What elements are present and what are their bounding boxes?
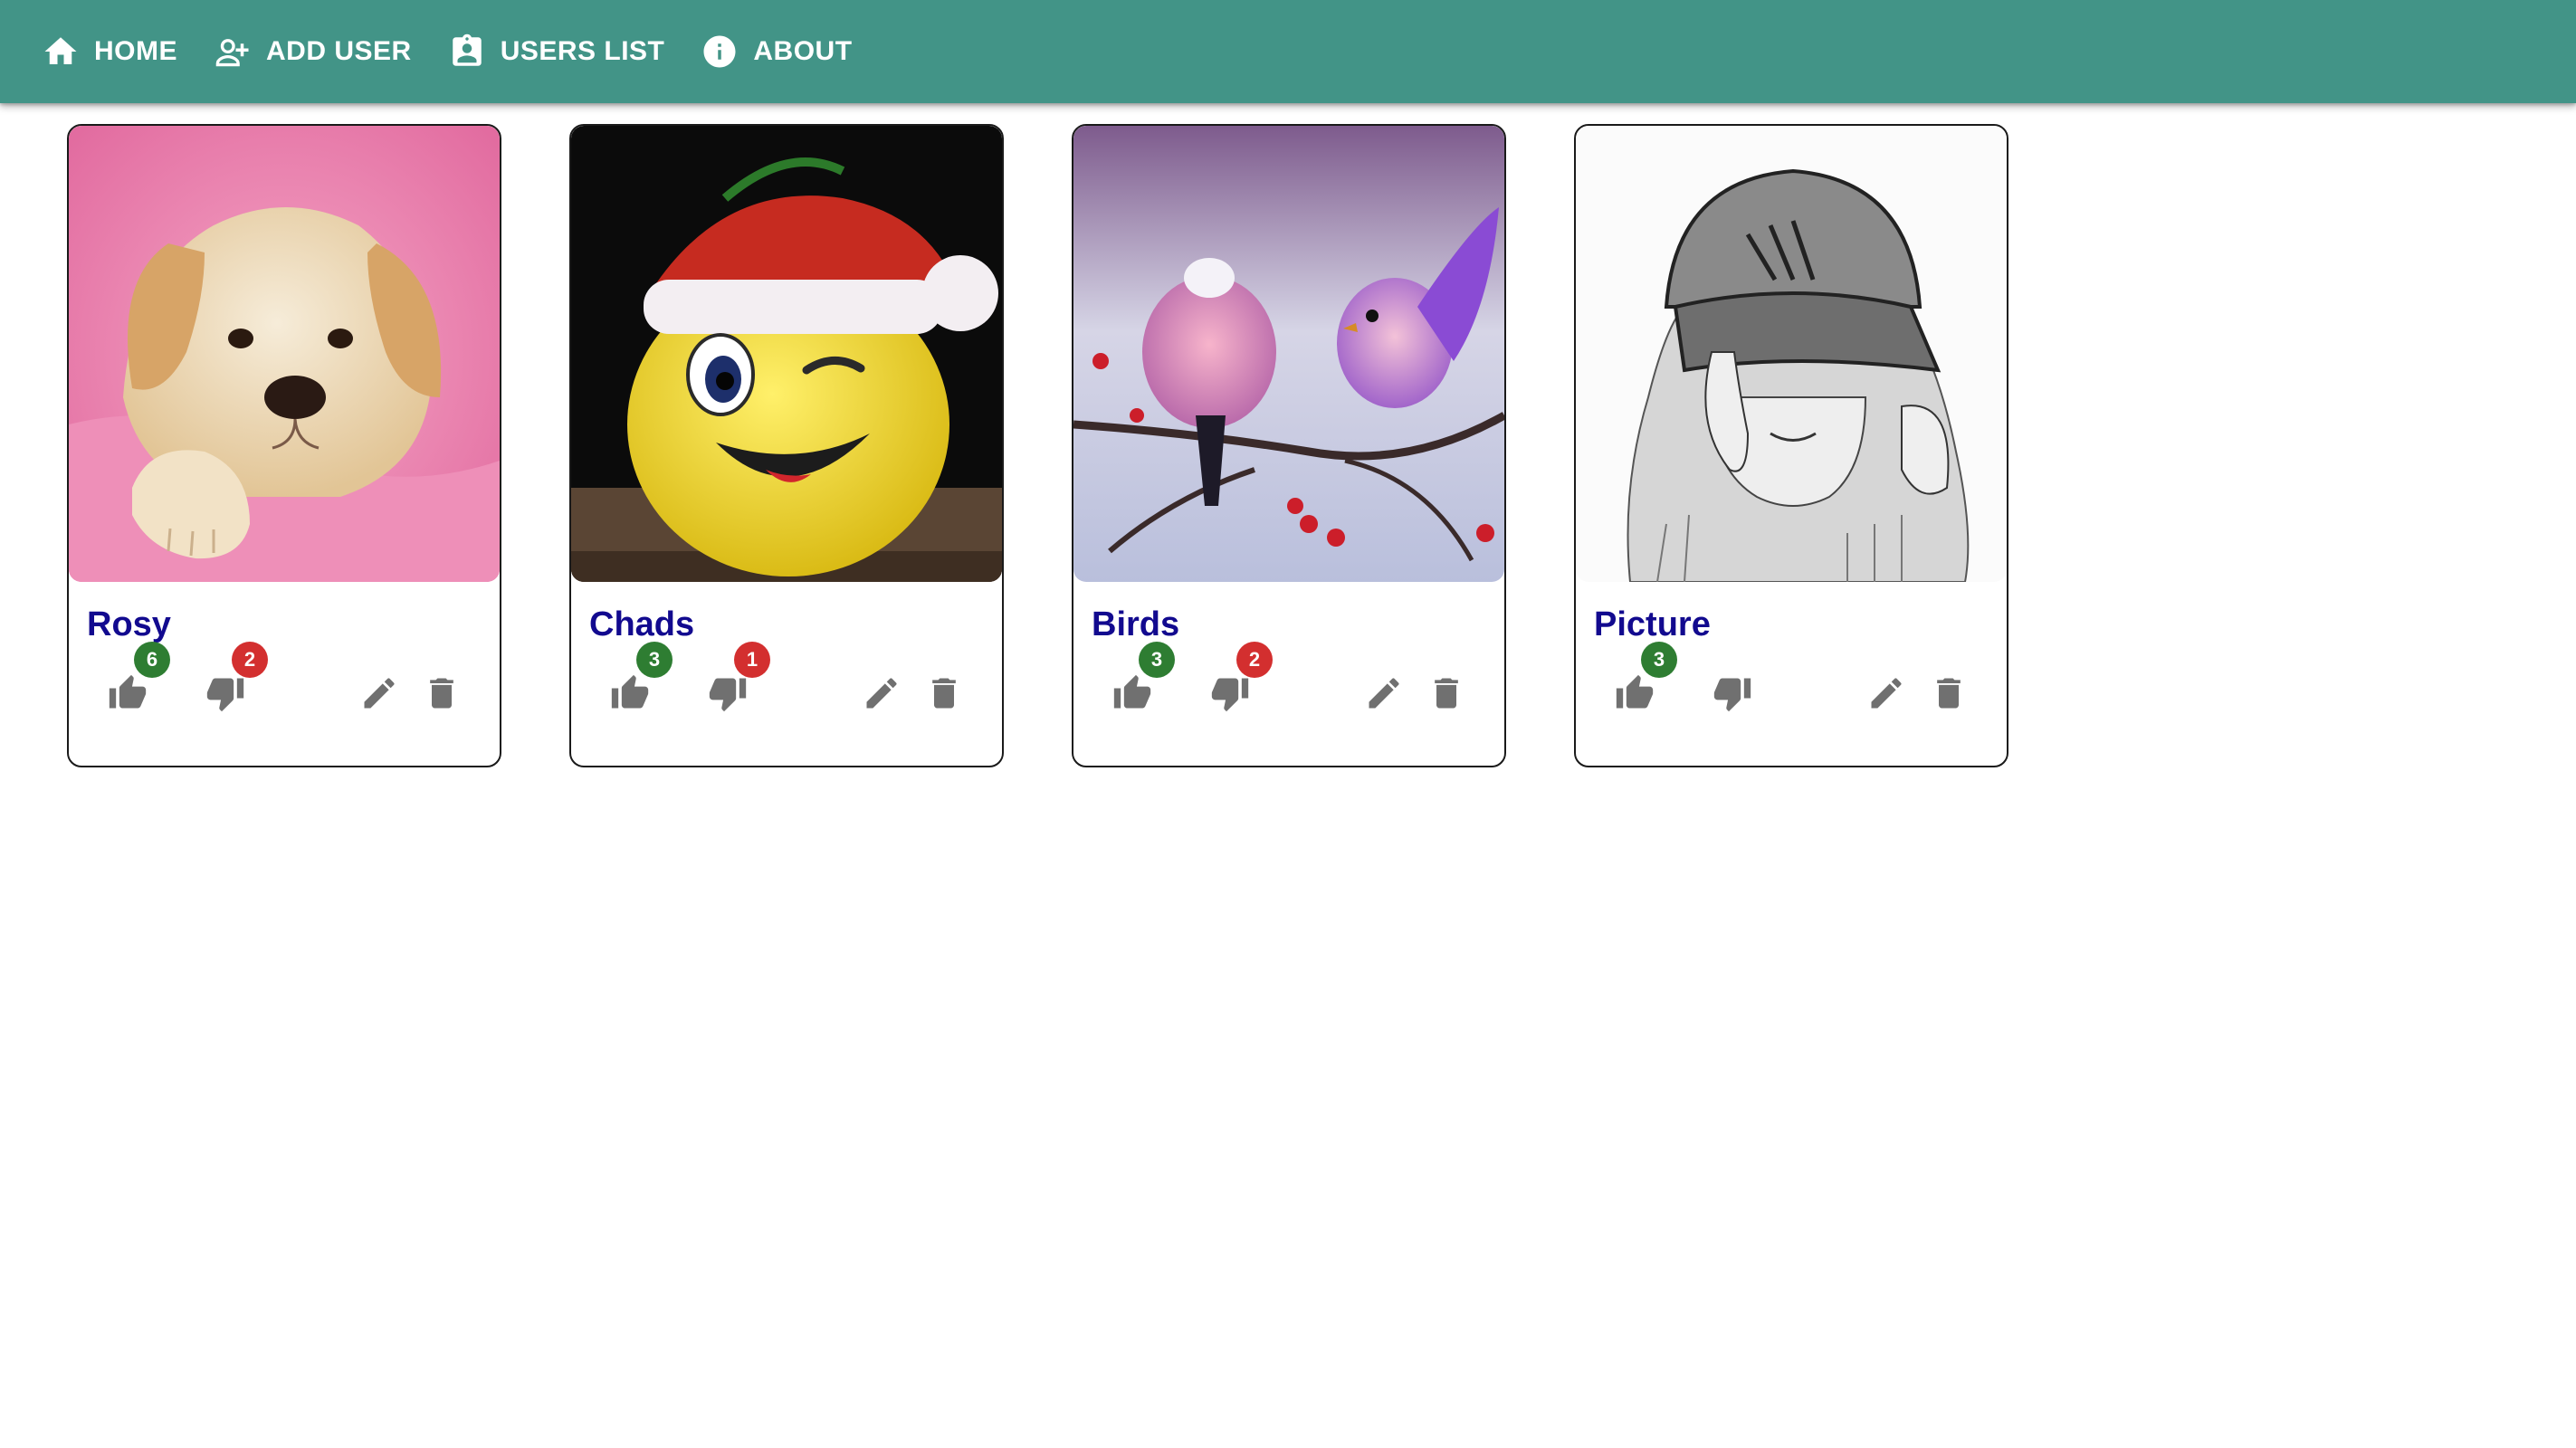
delete-button[interactable]: [1922, 667, 1975, 719]
like-button[interactable]: 6: [101, 642, 170, 719]
nav-about-button[interactable]: ABOUT: [695, 19, 857, 84]
nav-add-user-button[interactable]: ADD USER: [208, 19, 417, 84]
dislike-button[interactable]: 2: [199, 642, 268, 719]
delete-button[interactable]: [918, 667, 970, 719]
thumb-down-icon: [1211, 678, 1249, 712]
thumb-up-icon: [109, 674, 147, 709]
dislike-count-badge: 2: [232, 642, 268, 678]
like-button[interactable]: 3: [604, 642, 673, 719]
pencil-icon: [1369, 678, 1399, 709]
thumb-down-icon: [206, 678, 244, 712]
edit-button[interactable]: [1358, 667, 1410, 719]
pencil-icon: [364, 678, 395, 709]
like-count-badge: 3: [1641, 642, 1677, 678]
like-count-badge: 6: [134, 642, 170, 678]
card-title: Rosy: [87, 605, 171, 643]
card-image-puppy[interactable]: [69, 126, 500, 582]
like-count-badge: 3: [636, 642, 673, 678]
like-count-badge: 3: [1139, 642, 1175, 678]
pencil-icon: [866, 678, 897, 709]
thumb-up-icon: [1616, 674, 1654, 709]
like-button[interactable]: 3: [1106, 642, 1175, 719]
dislike-button[interactable]: [1706, 667, 1759, 719]
card-image-smiley-santa[interactable]: [571, 126, 1002, 582]
like-button[interactable]: 3: [1608, 642, 1677, 719]
delete-button[interactable]: [415, 667, 468, 719]
dislike-count-badge: 1: [734, 642, 770, 678]
edit-button[interactable]: [1860, 667, 1913, 719]
edit-button[interactable]: [855, 667, 908, 719]
app-bar: HOME ADD USER USERS LIST ABOUT: [0, 0, 2576, 103]
trash-icon: [1937, 678, 1961, 709]
edit-button[interactable]: [353, 667, 405, 719]
person-add-icon: [215, 39, 249, 67]
user-card: Birds 3 2: [1072, 124, 1506, 767]
card-title: Picture: [1594, 605, 1711, 643]
thumb-down-icon: [709, 678, 747, 712]
card-title: Chads: [589, 605, 695, 643]
dislike-button[interactable]: 2: [1204, 642, 1273, 719]
dislike-count-badge: 2: [1236, 642, 1273, 678]
delete-button[interactable]: [1420, 667, 1473, 719]
thumb-up-icon: [1113, 674, 1151, 709]
user-card: Picture 3: [1574, 124, 2008, 767]
card-image-birds[interactable]: [1073, 126, 1504, 582]
trash-icon: [1435, 678, 1458, 709]
thumb-down-icon: [1713, 678, 1751, 712]
user-card: Rosy 6 2: [67, 124, 501, 767]
nav-home-button[interactable]: HOME: [36, 19, 183, 84]
trash-icon: [430, 678, 453, 709]
thumb-up-icon: [611, 674, 649, 709]
trash-icon: [932, 678, 956, 709]
nav-home-label: HOME: [94, 36, 177, 66]
info-icon: [703, 35, 736, 68]
nav-add-user-label: ADD USER: [266, 36, 412, 66]
contact-card-icon: [452, 33, 482, 66]
home-icon: [44, 37, 77, 64]
pencil-icon: [1871, 678, 1902, 709]
user-cards-grid: Rosy 6 2 Chads 3 1 Birds 3 2 Picture 3: [0, 0, 2576, 1448]
card-image-sketch[interactable]: [1576, 126, 2007, 582]
nav-users-list-label: USERS LIST: [500, 36, 665, 66]
card-title: Birds: [1092, 605, 1180, 643]
dislike-button[interactable]: 1: [701, 642, 770, 719]
nav-users-list-button[interactable]: USERS LIST: [443, 19, 671, 84]
nav-about-label: ABOUT: [753, 36, 853, 66]
user-card: Chads 3 1: [569, 124, 1004, 767]
